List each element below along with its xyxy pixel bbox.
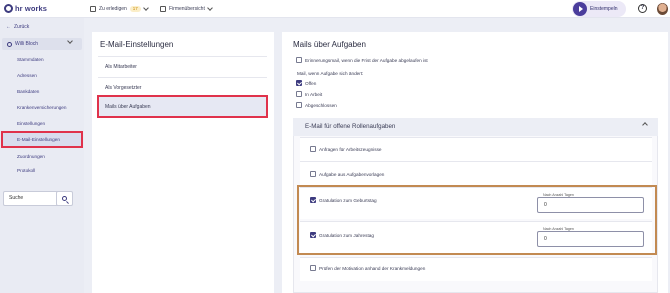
search-button[interactable] — [56, 191, 73, 206]
person-icon — [7, 41, 12, 47]
logo-icon — [4, 4, 13, 13]
status-offen-checkbox[interactable] — [296, 80, 302, 86]
chevron-down-icon — [207, 5, 213, 11]
brand-logo[interactable]: hr works — [4, 4, 47, 13]
chevron-up-icon — [642, 122, 648, 128]
company-overview-menu[interactable]: Firmenübersicht — [160, 4, 213, 14]
building-icon — [160, 6, 166, 12]
help-icon[interactable]: ? — [638, 4, 647, 13]
back-label: Zurück — [14, 24, 30, 30]
person-selector[interactable]: Willi Bloch — [2, 38, 82, 50]
avatar[interactable] — [657, 3, 668, 15]
todo-menu[interactable]: Zu erledigen 17 — [90, 4, 149, 14]
aufgabenvorlagen-label: Aufgabe aus Aufgabenvorlagen — [319, 171, 385, 177]
todo-count-badge: 17 — [129, 6, 141, 12]
page-title: Mails über Aufgaben — [293, 40, 366, 49]
status-change-label: Mail, wenn Aufgabe sich ändert: — [297, 71, 364, 76]
sidebar-item-zuordnungen[interactable]: Zuordnungen — [2, 149, 82, 164]
todo-icon — [90, 6, 96, 12]
arbeitszeugnisse-checkbox[interactable] — [310, 146, 316, 152]
sidebar-item-einstellungen[interactable]: Einstellungen — [2, 116, 82, 131]
back-link[interactable]: ← Zurück — [6, 24, 29, 30]
chevron-down-icon — [142, 5, 149, 11]
aufgabenvorlagen-checkbox[interactable] — [310, 171, 316, 177]
arbeitszeugnisse-label: Anfragen für Arbeitszeugnisse — [319, 146, 382, 152]
sidebar-item-krankenversicherungen[interactable]: Krankenversicherungen — [2, 100, 82, 115]
highlight-frame — [297, 185, 657, 255]
clock-in-label: Einstempeln — [590, 6, 618, 12]
menu-item-als-vorgesetzter[interactable]: Als Vorgesetzter — [98, 77, 267, 98]
company-overview-label: Firmenübersicht — [169, 6, 205, 12]
status-option-abgeschlossen[interactable]: Abgeschlossen — [296, 102, 337, 108]
chevron-down-icon — [67, 38, 73, 44]
sidebar-item-stammdaten[interactable]: Stammdaten — [2, 52, 82, 67]
option-motivation[interactable]: Prüfen der Motivation anhand der Krankme… — [310, 265, 425, 271]
search-icon — [62, 196, 67, 201]
motivation-checkbox[interactable] — [310, 265, 316, 271]
status-abgeschlossen-label: Abgeschlossen — [305, 102, 337, 108]
status-option-in-arbeit[interactable]: In Arbeit — [296, 91, 322, 97]
panel-title: E-Mail-Einstellungen — [100, 40, 174, 49]
reminder-option[interactable]: Erinnerungsmail, wenn die Frist der Aufg… — [296, 57, 428, 63]
todo-label: Zu erledigen — [99, 6, 127, 12]
status-offen-label: Offen — [305, 80, 317, 86]
status-in-arbeit-label: In Arbeit — [305, 91, 323, 97]
menu-item-als-mitarbeiter[interactable]: Als Mitarbeiter — [98, 56, 267, 77]
option-aufgabenvorlagen[interactable]: Aufgabe aus Aufgabenvorlagen — [310, 171, 384, 177]
menu-item-mails-ueber-aufgaben[interactable]: Mails über Aufgaben — [97, 95, 268, 118]
brand-name: hr works — [15, 4, 48, 13]
play-icon — [573, 2, 587, 16]
section-title: E-Mail für offene Rollenaufgaben — [305, 123, 396, 130]
section-header[interactable]: E-Mail für offene Rollenaufgaben — [293, 118, 658, 136]
person-name: Willi Bloch — [15, 41, 39, 47]
top-bar: hr works Zu erledigen 17 Firmenübersicht… — [0, 0, 670, 18]
arrow-left-icon: ← — [6, 24, 11, 30]
sidebar-item-bankdaten[interactable]: Bankdaten — [2, 84, 82, 99]
status-in-arbeit-checkbox[interactable] — [296, 91, 302, 97]
motivation-label: Prüfen der Motivation anhand der Krankme… — [319, 265, 426, 271]
reminder-label: Erinnerungsmail, wenn die Frist der Aufg… — [305, 57, 428, 63]
email-settings-panel: E-Mail-Einstellungen Als Mitarbeiter Als… — [92, 32, 274, 293]
sidebar-item-adressen[interactable]: Adressen — [2, 68, 82, 83]
search-input[interactable]: Suche — [3, 191, 63, 206]
sidebar-item-email-einstellungen[interactable]: E-Mail-Einstellungen — [1, 131, 83, 148]
status-option-offen[interactable]: Offen — [296, 80, 316, 86]
option-arbeitszeugnisse[interactable]: Anfragen für Arbeitszeugnisse — [310, 146, 382, 152]
clock-in-button[interactable]: Einstempeln — [572, 1, 626, 17]
reminder-checkbox[interactable] — [296, 57, 302, 63]
status-abgeschlossen-checkbox[interactable] — [296, 102, 302, 108]
sidebar-item-protokoll[interactable]: Protokoll — [2, 164, 82, 178]
